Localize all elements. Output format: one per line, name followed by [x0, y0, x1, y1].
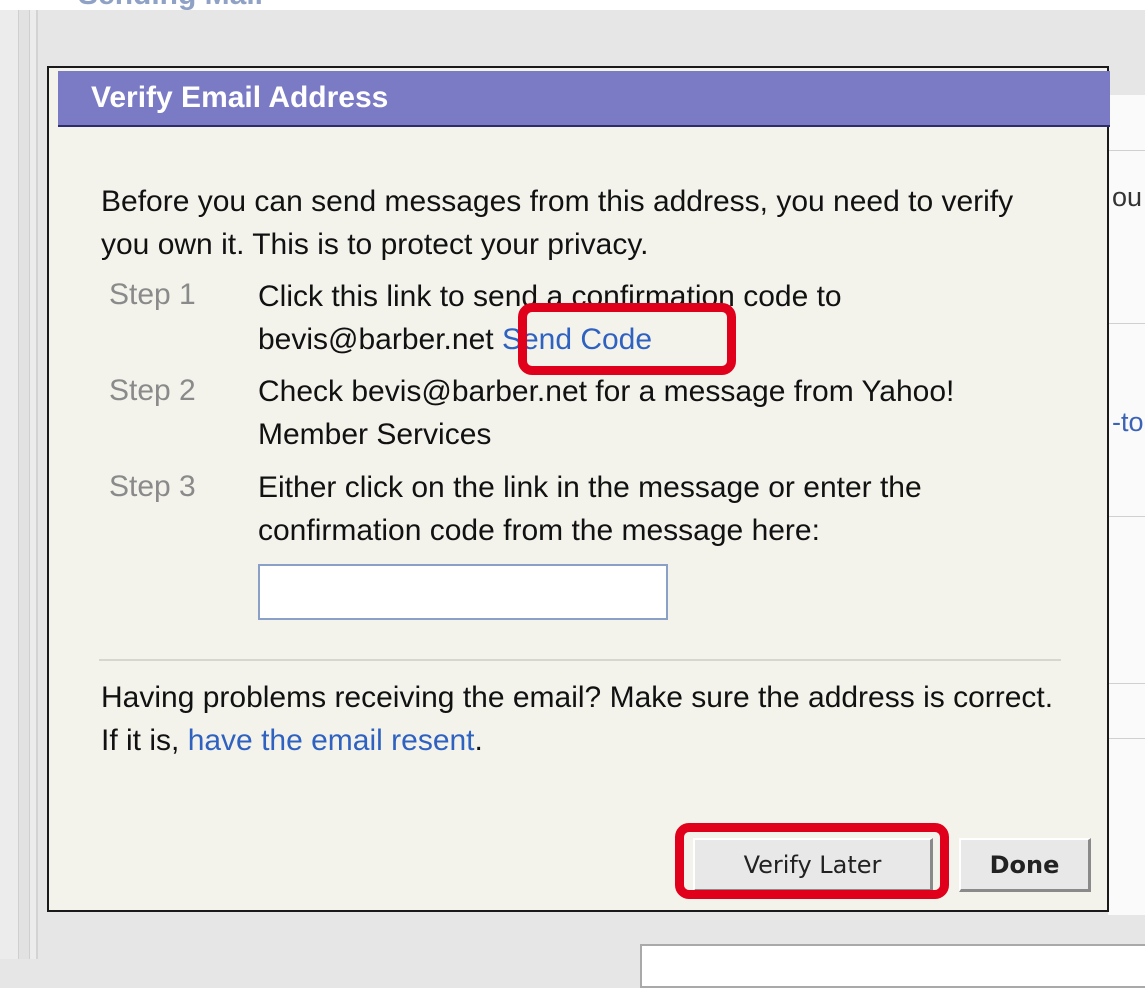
done-button[interactable]: Done [959, 838, 1091, 892]
divider [1108, 738, 1145, 739]
intro-text: Before you can send messages from this a… [101, 185, 1014, 261]
confirmation-code-input[interactable] [258, 564, 668, 620]
page-heading: Sending Mail [78, 0, 263, 12]
step-2-label: Step 2 [109, 374, 196, 407]
left-scrollbar[interactable] [18, 10, 30, 959]
send-code-highlight [518, 303, 736, 375]
background-link-fragment[interactable]: -to [1112, 407, 1144, 438]
background-text-fragment: ou [1112, 182, 1143, 212]
dialog-title-bar: Verify Email Address [58, 71, 1110, 127]
divider [1108, 516, 1145, 517]
verify-email-dialog: Verify Email Address Before you can send… [47, 66, 1110, 912]
step-3-text: Either click on the link in the message … [258, 471, 922, 547]
divider [1108, 323, 1145, 324]
background-input[interactable] [640, 944, 1145, 988]
step-1-label: Step 1 [109, 278, 196, 311]
dialog-title: Verify Email Address [91, 81, 389, 114]
resend-email-link[interactable]: have the email resent [188, 724, 475, 757]
step-3-label: Step 3 [109, 470, 196, 503]
problems-text: Having problems receiving the email? Mak… [101, 676, 1061, 762]
step-2-text: Check bevis@barber.net for a message fro… [258, 375, 955, 451]
problems-suffix: . [474, 724, 483, 757]
divider [1108, 150, 1145, 151]
right-panel [1108, 95, 1145, 915]
divider [1108, 683, 1145, 684]
dialog-divider [99, 659, 1061, 661]
verify-later-highlight [675, 823, 949, 899]
